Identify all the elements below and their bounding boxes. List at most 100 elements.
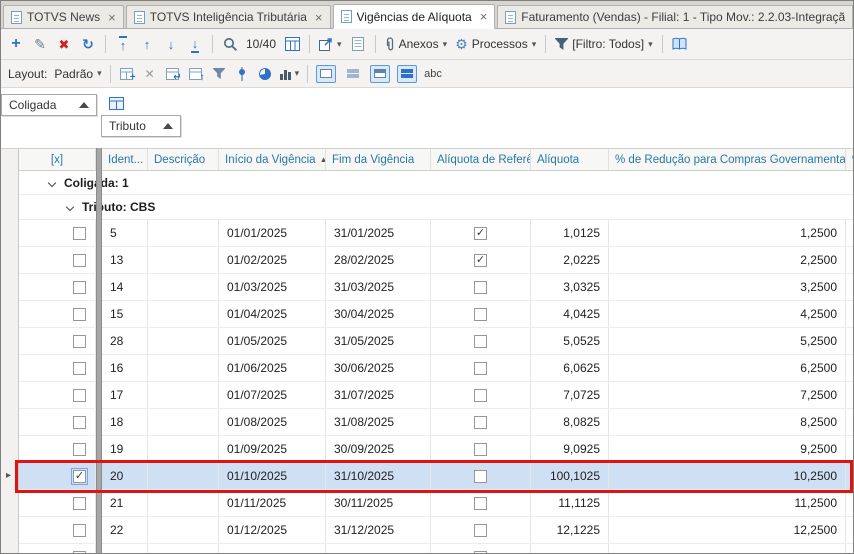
group-box-coligada[interactable]: Coligada bbox=[1, 94, 97, 116]
refresh-button[interactable]: ↻ bbox=[80, 34, 96, 54]
table-row[interactable]: 18 01/08/2025 31/08/2025 8,0825 8,2500 bbox=[19, 409, 853, 436]
referencia-checkbox[interactable] bbox=[474, 550, 487, 553]
row-checkbox[interactable] bbox=[73, 523, 86, 537]
table-row[interactable]: 14 01/03/2025 31/03/2025 3,0325 3,2500 bbox=[19, 274, 853, 301]
search-button[interactable] bbox=[222, 34, 238, 54]
chart-button[interactable]: ▾ bbox=[279, 64, 299, 84]
table-row[interactable]: 13 01/02/2025 28/02/2025 ✓ 2,0225 2,2500 bbox=[19, 247, 853, 274]
table-row[interactable]: 17 01/07/2025 31/07/2025 7,0725 7,2500 bbox=[19, 382, 853, 409]
row-checkbox[interactable] bbox=[73, 496, 86, 510]
tab-1[interactable]: TOTVS News × bbox=[3, 5, 124, 28]
column-header-3[interactable]: Descrição bbox=[148, 149, 219, 170]
referencia-checkbox[interactable] bbox=[474, 469, 487, 483]
column-header-8[interactable]: % de Redução para Compras Governamentais bbox=[609, 149, 846, 170]
view-single-toggle[interactable] bbox=[316, 64, 337, 83]
column-header-2[interactable]: Ident... bbox=[102, 149, 148, 170]
column-header-4[interactable]: Início da Vigência▲ bbox=[219, 149, 326, 170]
tab-2[interactable]: TOTVS Inteligência Tributária × bbox=[125, 5, 331, 28]
column-header-6[interactable]: Alíquota de Referên... bbox=[431, 149, 531, 170]
row-checkbox[interactable] bbox=[73, 226, 86, 240]
layout-add-button[interactable]: + bbox=[119, 66, 136, 83]
collapse-chevron-icon[interactable] bbox=[47, 178, 57, 187]
table-row[interactable]: 21 01/11/2025 30/11/2025 11,1125 11,2500 bbox=[19, 490, 853, 517]
cell-inicio-vigencia: 01/01/2025 bbox=[219, 220, 326, 246]
collapse-chevron-icon[interactable] bbox=[65, 202, 75, 212]
layout-restore-button[interactable]: ↵ bbox=[165, 66, 182, 83]
row-checkbox[interactable] bbox=[73, 388, 86, 402]
manual-button[interactable] bbox=[672, 34, 688, 54]
cell-reducao: 6,2500 bbox=[609, 355, 846, 381]
previous-record-button[interactable]: ↑ bbox=[139, 34, 155, 54]
referencia-checkbox[interactable] bbox=[474, 388, 487, 402]
add-button[interactable]: + bbox=[8, 34, 24, 54]
row-checkbox[interactable] bbox=[73, 307, 86, 321]
referencia-checkbox[interactable] bbox=[474, 334, 487, 348]
referencia-checkbox[interactable]: ✓ bbox=[474, 253, 487, 267]
edit-button[interactable]: ✎ bbox=[32, 34, 48, 54]
group-box-tributo[interactable]: Tributo bbox=[101, 115, 181, 137]
row-checkbox[interactable] bbox=[73, 415, 86, 429]
processos-button[interactable]: ⚙ Processos ▾ bbox=[455, 34, 536, 54]
table-row[interactable]: ✓ 20 01/10/2025 31/10/2025 100,1025 10,2500 bbox=[19, 463, 853, 490]
layout-select-value: Padrão bbox=[54, 66, 94, 81]
referencia-checkbox[interactable] bbox=[474, 280, 487, 294]
table-row[interactable]: 19 01/09/2025 30/09/2025 9,0925 9,2500 bbox=[19, 436, 853, 463]
layout-filter-button[interactable] bbox=[211, 64, 227, 84]
column-header-7[interactable]: Alíquota bbox=[531, 149, 609, 170]
group-row-level-2[interactable]: Tributo: CBS bbox=[19, 195, 853, 220]
columns-button[interactable] bbox=[284, 34, 300, 54]
layout-delete-button[interactable]: ✕ bbox=[142, 64, 158, 84]
cell-percent bbox=[846, 220, 853, 246]
abc-button[interactable]: abc bbox=[424, 64, 442, 84]
last-record-button[interactable]: ↓ bbox=[187, 34, 203, 54]
tab-close-icon[interactable]: × bbox=[108, 11, 116, 24]
row-checkbox[interactable]: ✓ bbox=[71, 467, 88, 485]
anexos-button[interactable]: Anexos ▾ bbox=[385, 34, 447, 54]
filtro-button[interactable]: [Filtro: Todos] ▾ bbox=[555, 34, 653, 54]
row-checkbox[interactable] bbox=[73, 442, 86, 456]
row-checkbox[interactable] bbox=[73, 280, 86, 294]
referencia-checkbox[interactable] bbox=[474, 523, 487, 537]
layout-export-button[interactable]: ↑ bbox=[188, 66, 205, 83]
cell-aliquota: 2,0225 bbox=[531, 247, 609, 273]
export-button[interactable]: ▾ bbox=[319, 34, 342, 54]
report-button[interactable] bbox=[350, 34, 366, 54]
first-record-button[interactable]: ↑ bbox=[115, 34, 131, 54]
row-checkbox[interactable] bbox=[73, 361, 86, 375]
group-row-level-1[interactable]: Coligada: 1 bbox=[19, 171, 853, 195]
referencia-checkbox[interactable] bbox=[474, 307, 487, 321]
tab-3[interactable]: Vigências de Alíquota × bbox=[332, 4, 496, 29]
paperclip-icon bbox=[386, 36, 393, 50]
view-split-toggle[interactable] bbox=[343, 65, 363, 83]
tab-close-icon[interactable]: × bbox=[315, 11, 323, 24]
delete-button[interactable]: ✖ bbox=[56, 34, 72, 54]
view-band-toggle[interactable] bbox=[370, 64, 391, 83]
next-record-button[interactable]: ↓ bbox=[163, 34, 179, 54]
table-row[interactable]: 15 01/04/2025 30/04/2025 4,0425 4,2500 bbox=[19, 301, 853, 328]
referencia-checkbox[interactable] bbox=[474, 496, 487, 510]
layout-pin-button[interactable] bbox=[234, 64, 250, 84]
table-row[interactable] bbox=[19, 544, 853, 553]
chart-pie-button[interactable] bbox=[257, 64, 273, 84]
table-row[interactable]: 5 01/01/2025 31/01/2025 ✓ 1,0125 1,2500 bbox=[19, 220, 853, 247]
referencia-checkbox[interactable] bbox=[474, 361, 487, 375]
table-row[interactable]: 16 01/06/2025 30/06/2025 6,0625 6,2500 bbox=[19, 355, 853, 382]
cell-ident bbox=[102, 544, 148, 553]
row-checkbox[interactable] bbox=[73, 334, 86, 348]
row-checkbox[interactable] bbox=[73, 253, 86, 267]
column-header-9[interactable]: % bbox=[846, 149, 853, 170]
row-checkbox[interactable] bbox=[73, 550, 86, 553]
tab-close-icon[interactable]: × bbox=[480, 10, 488, 23]
referencia-checkbox[interactable] bbox=[474, 415, 487, 429]
referencia-checkbox[interactable]: ✓ bbox=[474, 226, 487, 240]
column-header-5[interactable]: Fim da Vigência bbox=[326, 149, 431, 170]
frozen-column-splitter[interactable] bbox=[96, 148, 102, 553]
referencia-checkbox[interactable] bbox=[474, 442, 487, 456]
cell-fim-vigencia: 30/04/2025 bbox=[326, 301, 431, 327]
view-split-blue-toggle[interactable] bbox=[397, 64, 418, 83]
layout-select[interactable]: Padrão ▾ bbox=[54, 64, 101, 84]
column-header-1[interactable]: [x] bbox=[19, 149, 96, 170]
table-row[interactable]: 28 01/05/2025 31/05/2025 5,0525 5,2500 bbox=[19, 328, 853, 355]
tab-4[interactable]: Faturamento (Vendas) - Filial: 1 - Tipo … bbox=[497, 5, 853, 28]
table-row[interactable]: 22 01/12/2025 31/12/2025 12,1225 12,2500 bbox=[19, 517, 853, 544]
